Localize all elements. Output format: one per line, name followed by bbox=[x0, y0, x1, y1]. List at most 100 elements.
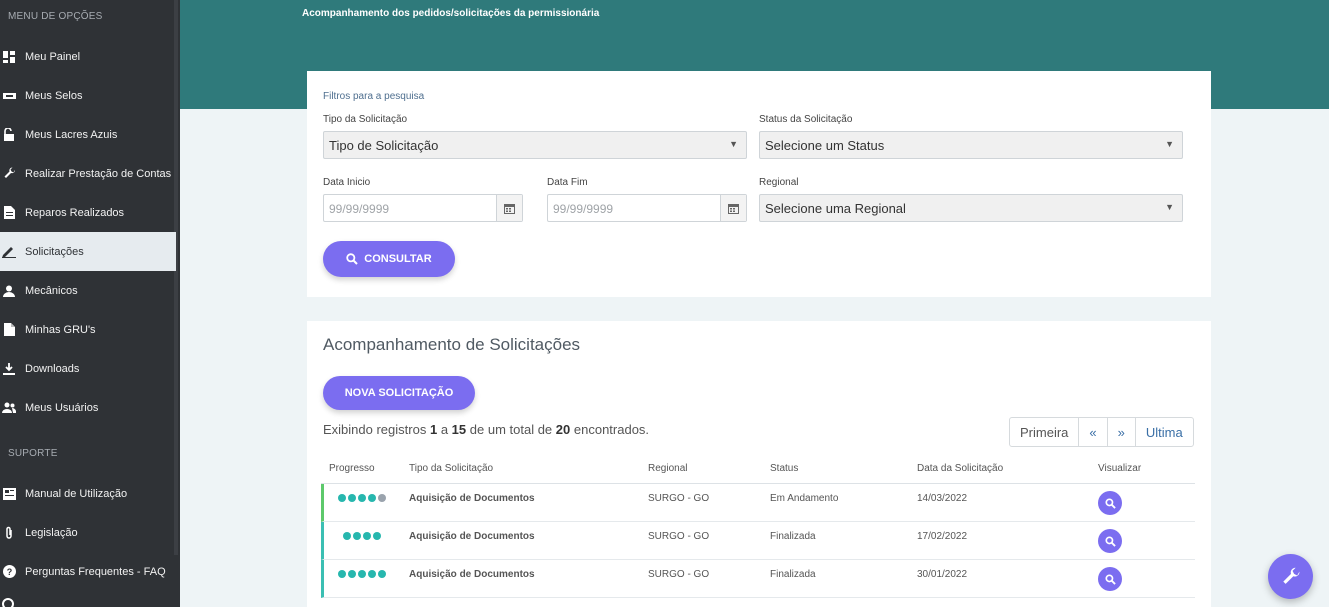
sidebar-item-faq[interactable]: ? Perguntas Frequentes - FAQ bbox=[0, 552, 176, 591]
cell-tipo: Aquisição de Documentos bbox=[409, 569, 535, 580]
table-header: Progresso Tipo da Solicitação Regional S… bbox=[321, 462, 1195, 484]
data-fim-field[interactable]: 99/99/9999 bbox=[547, 194, 747, 222]
sidebar-item-label: Manual de Utilização bbox=[25, 487, 128, 500]
sidebar-item-downloads[interactable]: Downloads bbox=[0, 349, 176, 388]
tipo-solicitacao-select[interactable]: Tipo de Solicitação ▼ bbox=[323, 131, 747, 159]
pager-prev[interactable]: « bbox=[1078, 418, 1106, 446]
regional-select[interactable]: Selecione uma Regional ▼ bbox=[759, 194, 1183, 222]
sidebar-item-meus-usuarios[interactable]: Meus Usuários bbox=[0, 388, 176, 427]
question-icon: ? bbox=[2, 565, 16, 579]
pager-last[interactable]: Ultima bbox=[1134, 418, 1193, 446]
sidebar-item-solicitacoes[interactable]: Solicitações bbox=[0, 232, 176, 271]
pagination: Primeira « » Ultima bbox=[1009, 417, 1194, 447]
col-status: Status bbox=[770, 463, 799, 474]
book-icon bbox=[2, 487, 16, 501]
sidebar-item-label: Downloads bbox=[25, 362, 80, 375]
chevron-down-icon: ▼ bbox=[1165, 139, 1174, 149]
calendar-icon[interactable] bbox=[496, 195, 522, 221]
cell-data: 17/02/2022 bbox=[917, 531, 968, 542]
cell-status: Finalizada bbox=[770, 531, 816, 542]
tools-fab-button[interactable] bbox=[1268, 554, 1313, 599]
cell-data: 14/03/2022 bbox=[917, 493, 968, 504]
tipo-solicitacao-label: Tipo da Solicitação bbox=[323, 114, 408, 125]
view-button[interactable] bbox=[1098, 529, 1122, 553]
data-fim-label: Data Fim bbox=[547, 177, 588, 188]
progress-dot-done bbox=[378, 570, 386, 578]
consultar-label: CONSULTAR bbox=[364, 253, 432, 265]
sidebar-item-label: Meus Selos bbox=[25, 89, 83, 102]
file-icon bbox=[2, 206, 16, 220]
consultar-button[interactable]: CONSULTAR bbox=[323, 241, 455, 277]
progress-dot-done bbox=[338, 570, 346, 578]
progress-dot-done bbox=[368, 494, 376, 502]
summary-suffix: encontrados. bbox=[573, 422, 650, 437]
filters-heading: Filtros para a pesquisa bbox=[323, 91, 425, 102]
progress-dots bbox=[343, 532, 381, 540]
sidebar-item-label: Realizar Prestação de Contas bbox=[25, 167, 172, 180]
summary-total: 20 bbox=[555, 422, 571, 437]
table-row: Aquisição de Documentos SURGO - GO Em Anda… bbox=[321, 484, 1195, 522]
cell-regional: SURGO - GO bbox=[648, 493, 710, 504]
support-section-title: SUPORTE bbox=[8, 448, 58, 459]
sidebar-item-label: Perguntas Frequentes - FAQ bbox=[25, 565, 166, 578]
dashboard-icon bbox=[2, 50, 16, 64]
calendar-icon[interactable] bbox=[720, 195, 746, 221]
pager-first[interactable]: Primeira bbox=[1010, 418, 1078, 446]
col-data: Data da Solicitação bbox=[917, 463, 1004, 474]
sidebar-item-legislacao[interactable]: Legislação bbox=[0, 513, 176, 552]
sidebar-item-next-icon bbox=[2, 598, 14, 607]
col-tipo: Tipo da Solicitação bbox=[409, 463, 494, 474]
users-icon bbox=[2, 401, 16, 415]
search-icon bbox=[1104, 573, 1116, 585]
progress-dot-pending bbox=[378, 494, 386, 502]
table-row: Aquisição de Documentos SURGO - GO Finaliz… bbox=[321, 560, 1195, 598]
sidebar-item-label: Meu Painel bbox=[25, 50, 81, 63]
data-fim-placeholder: 99/99/9999 bbox=[553, 202, 614, 216]
cell-tipo: Aquisição de Documentos bbox=[409, 493, 535, 504]
chevron-down-icon: ▼ bbox=[729, 139, 738, 149]
col-regional: Regional bbox=[648, 463, 688, 474]
progress-dot-done bbox=[373, 532, 381, 540]
chevron-down-icon: ▼ bbox=[1165, 202, 1174, 212]
ticket-icon bbox=[2, 89, 16, 103]
data-inicio-field[interactable]: 99/99/9999 bbox=[323, 194, 523, 222]
nova-solicitacao-button[interactable]: NOVA SOLICITAÇÃO bbox=[323, 376, 475, 410]
progress-dot-done bbox=[363, 532, 371, 540]
sidebar-item-meus-lacres-azuis[interactable]: Meus Lacres Azuis bbox=[0, 115, 176, 154]
col-visualizar: Visualizar bbox=[1098, 463, 1142, 474]
sidebar-item-meus-selos[interactable]: Meus Selos bbox=[0, 76, 176, 115]
sidebar-item-manual[interactable]: Manual de Utilização bbox=[0, 474, 176, 513]
user-icon bbox=[2, 284, 16, 298]
cell-tipo: Aquisição de Documentos bbox=[409, 531, 535, 542]
cell-regional: SURGO - GO bbox=[648, 569, 710, 580]
cell-status: Em Andamento bbox=[770, 493, 839, 504]
sidebar: MENU DE OPÇÕES Meu Painel Meus Selos Meu… bbox=[0, 0, 180, 607]
svg-text:?: ? bbox=[6, 567, 12, 577]
lock-icon bbox=[2, 128, 16, 142]
progress-dot-done bbox=[358, 494, 366, 502]
wrench-icon bbox=[2, 167, 16, 181]
summary-prefix: Exibindo registros bbox=[323, 422, 427, 437]
pager-next[interactable]: » bbox=[1106, 418, 1135, 446]
progress-dot-done bbox=[348, 570, 356, 578]
status-solicitacao-label: Status da Solicitação bbox=[759, 114, 853, 125]
sidebar-item-minhas-grus[interactable]: Minhas GRU's bbox=[0, 310, 176, 349]
view-button[interactable] bbox=[1098, 491, 1122, 515]
cell-regional: SURGO - GO bbox=[648, 531, 710, 542]
pencil-icon bbox=[2, 245, 16, 259]
sidebar-item-label: Meus Lacres Azuis bbox=[25, 128, 118, 141]
view-button[interactable] bbox=[1098, 567, 1122, 591]
sidebar-item-prestacao-contas[interactable]: Realizar Prestação de Contas bbox=[0, 154, 176, 193]
menu-section-title: MENU DE OPÇÕES bbox=[8, 11, 103, 22]
status-solicitacao-select[interactable]: Selecione um Status ▼ bbox=[759, 131, 1183, 159]
records-summary: Exibindo registros 1 a 15 de um total de… bbox=[323, 422, 649, 437]
sidebar-item-mecanicos[interactable]: Mecânicos bbox=[0, 271, 176, 310]
wrench-icon bbox=[1281, 567, 1301, 587]
sidebar-item-meu-painel[interactable]: Meu Painel bbox=[0, 37, 176, 76]
sidebar-item-label: Mecânicos bbox=[25, 284, 78, 297]
sidebar-item-label: Meus Usuários bbox=[25, 401, 99, 414]
page-title: Acompanhamento dos pedidos/solicitações … bbox=[302, 8, 600, 19]
filters-card: Filtros para a pesquisa Tipo da Solicita… bbox=[307, 71, 1211, 297]
download-icon bbox=[2, 362, 16, 376]
sidebar-item-reparos-realizados[interactable]: Reparos Realizados bbox=[0, 193, 176, 232]
